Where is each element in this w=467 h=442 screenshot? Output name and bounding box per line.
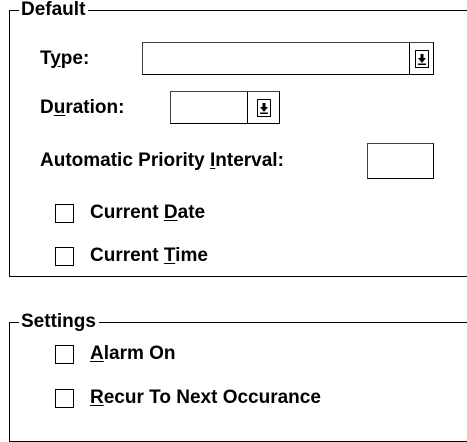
auto-priority-input[interactable] — [367, 143, 434, 179]
type-dropdown-button[interactable] — [409, 43, 433, 74]
alarm-on-checkbox[interactable] — [55, 345, 74, 364]
current-date-checkbox[interactable] — [55, 204, 74, 223]
current-time-checkbox[interactable] — [55, 247, 74, 266]
down-arrow-icon — [414, 49, 429, 68]
alarm-on-label[interactable]: Alarm On — [90, 343, 176, 365]
recur-label[interactable]: Recur To Next Occurance — [90, 387, 321, 409]
duration-dropdown-button[interactable] — [247, 92, 279, 123]
type-dropdown[interactable] — [142, 42, 434, 75]
recur-checkbox[interactable] — [55, 389, 74, 408]
duration-dropdown[interactable] — [170, 91, 280, 124]
down-arrow-icon — [256, 98, 271, 117]
type-label: Type: — [40, 48, 90, 69]
auto-priority-label: Automatic Priority Interval: — [40, 150, 284, 171]
current-date-label[interactable]: Current Date — [90, 202, 205, 224]
current-time-label[interactable]: Current Time — [90, 245, 208, 267]
default-group-title: Default — [19, 0, 89, 20]
duration-label: Duration: — [40, 97, 125, 118]
settings-groupbox — [9, 322, 467, 442]
settings-group-title: Settings — [19, 312, 99, 332]
